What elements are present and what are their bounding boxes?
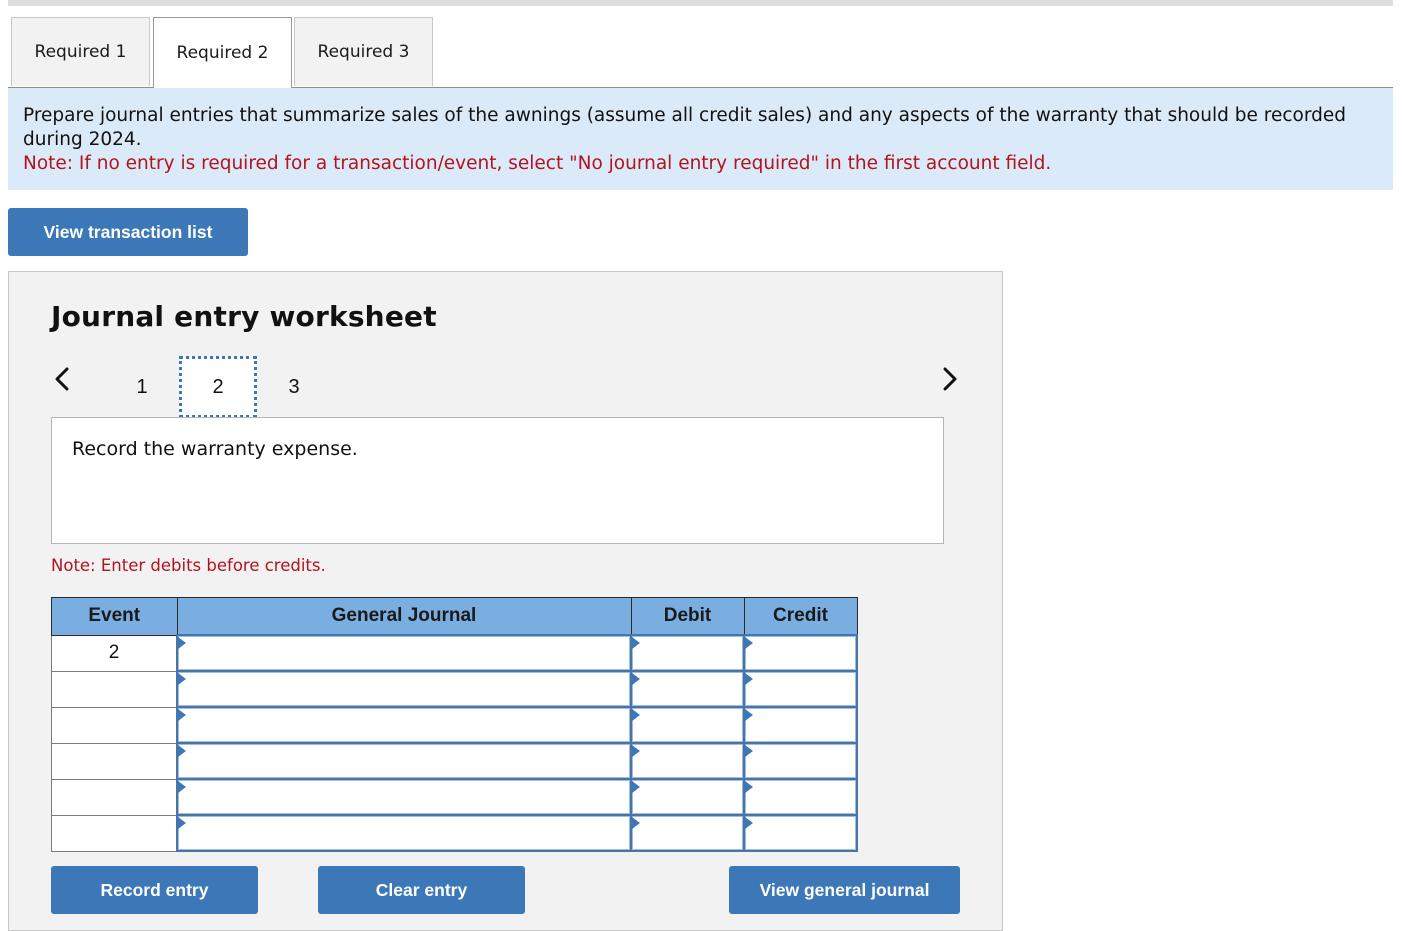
field-marker-icon <box>632 673 640 685</box>
account-input[interactable] <box>176 742 632 780</box>
field-marker-icon <box>178 745 186 757</box>
header-event: Event <box>51 597 178 636</box>
debit-input[interactable] <box>630 742 745 780</box>
event-cell: 2 <box>51 634 178 672</box>
debit-input-value[interactable] <box>632 636 743 670</box>
header-general-journal: General Journal <box>176 597 632 636</box>
table-row: 2 <box>51 634 858 672</box>
debits-note: Note: Enter debits before credits. <box>51 556 326 575</box>
field-marker-icon <box>745 817 753 829</box>
field-marker-icon <box>178 817 186 829</box>
debit-input[interactable] <box>630 634 745 672</box>
account-input-value[interactable] <box>178 672 630 706</box>
field-marker-icon <box>745 673 753 685</box>
header-credit: Credit <box>743 597 858 636</box>
account-input[interactable] <box>176 634 632 672</box>
account-input[interactable] <box>176 814 632 852</box>
worksheet-title: Journal entry worksheet <box>51 300 437 333</box>
credit-input[interactable] <box>743 814 858 852</box>
credit-input-value[interactable] <box>745 780 856 814</box>
account-input-value[interactable] <box>178 780 630 814</box>
field-marker-icon <box>178 673 186 685</box>
page-2-button[interactable]: 2 <box>179 356 257 418</box>
transaction-description: Record the warranty expense. <box>51 417 944 544</box>
debit-input[interactable] <box>630 670 745 708</box>
page-1-button[interactable]: 1 <box>127 356 157 418</box>
account-input[interactable] <box>176 670 632 708</box>
account-input-value[interactable] <box>178 708 630 742</box>
field-marker-icon <box>632 709 640 721</box>
account-input[interactable] <box>176 706 632 744</box>
clear-entry-button[interactable]: Clear entry <box>318 866 525 914</box>
credit-input[interactable] <box>743 634 858 672</box>
journal-entry-worksheet: Journal entry worksheet 1 2 3 Record the… <box>8 271 1003 931</box>
debit-input-value[interactable] <box>632 708 743 742</box>
record-entry-button[interactable]: Record entry <box>51 866 258 914</box>
tab-required-1[interactable]: Required 1 <box>11 17 150 86</box>
chevron-right-icon[interactable] <box>937 364 961 394</box>
account-input-value[interactable] <box>178 816 630 850</box>
table-row <box>51 706 858 744</box>
view-transaction-list-button[interactable]: View transaction list <box>8 208 248 256</box>
account-input-value[interactable] <box>178 636 630 670</box>
credit-input[interactable] <box>743 670 858 708</box>
table-row <box>51 814 858 852</box>
debit-input-value[interactable] <box>632 672 743 706</box>
field-marker-icon <box>745 745 753 757</box>
debit-input[interactable] <box>630 706 745 744</box>
credit-input-value[interactable] <box>745 708 856 742</box>
account-input[interactable] <box>176 778 632 816</box>
instructions-panel: Prepare journal entries that summarize s… <box>8 87 1393 190</box>
tab-required-3[interactable]: Required 3 <box>294 17 433 86</box>
credit-input-value[interactable] <box>745 816 856 850</box>
field-marker-icon <box>745 781 753 793</box>
field-marker-icon <box>745 637 753 649</box>
instructions-text: Prepare journal entries that summarize s… <box>23 105 1346 150</box>
debit-input[interactable] <box>630 814 745 852</box>
debit-input[interactable] <box>630 778 745 816</box>
field-marker-icon <box>178 781 186 793</box>
tab-required-2[interactable]: Required 2 <box>153 17 292 88</box>
description-text: Record the warranty expense. <box>72 438 358 460</box>
debit-input-value[interactable] <box>632 816 743 850</box>
instructions-note: Note: If no entry is required for a tran… <box>23 153 1052 174</box>
credit-input-value[interactable] <box>745 636 856 670</box>
view-general-journal-button[interactable]: View general journal <box>729 866 960 914</box>
table-row <box>51 742 858 780</box>
header-debit: Debit <box>630 597 745 636</box>
event-cell <box>51 778 178 816</box>
debit-input-value[interactable] <box>632 744 743 778</box>
table-header-row: Event General Journal Debit Credit <box>51 597 858 636</box>
event-cell <box>51 742 178 780</box>
field-marker-icon <box>178 637 186 649</box>
field-marker-icon <box>632 781 640 793</box>
event-cell <box>51 670 178 708</box>
event-cell <box>51 706 178 744</box>
chevron-left-icon[interactable] <box>51 364 75 394</box>
field-marker-icon <box>632 637 640 649</box>
field-marker-icon <box>745 709 753 721</box>
journal-table: Event General Journal Debit Credit 2 <box>51 597 858 852</box>
credit-input[interactable] <box>743 742 858 780</box>
field-marker-icon <box>178 709 186 721</box>
credit-input-value[interactable] <box>745 672 856 706</box>
top-scroll-bar <box>8 0 1393 6</box>
field-marker-icon <box>632 745 640 757</box>
field-marker-icon <box>632 817 640 829</box>
table-row <box>51 670 858 708</box>
credit-input[interactable] <box>743 778 858 816</box>
account-input-value[interactable] <box>178 744 630 778</box>
credit-input[interactable] <box>743 706 858 744</box>
debit-input-value[interactable] <box>632 780 743 814</box>
event-cell <box>51 814 178 852</box>
credit-input-value[interactable] <box>745 744 856 778</box>
table-row <box>51 778 858 816</box>
page-3-button[interactable]: 3 <box>279 356 309 418</box>
